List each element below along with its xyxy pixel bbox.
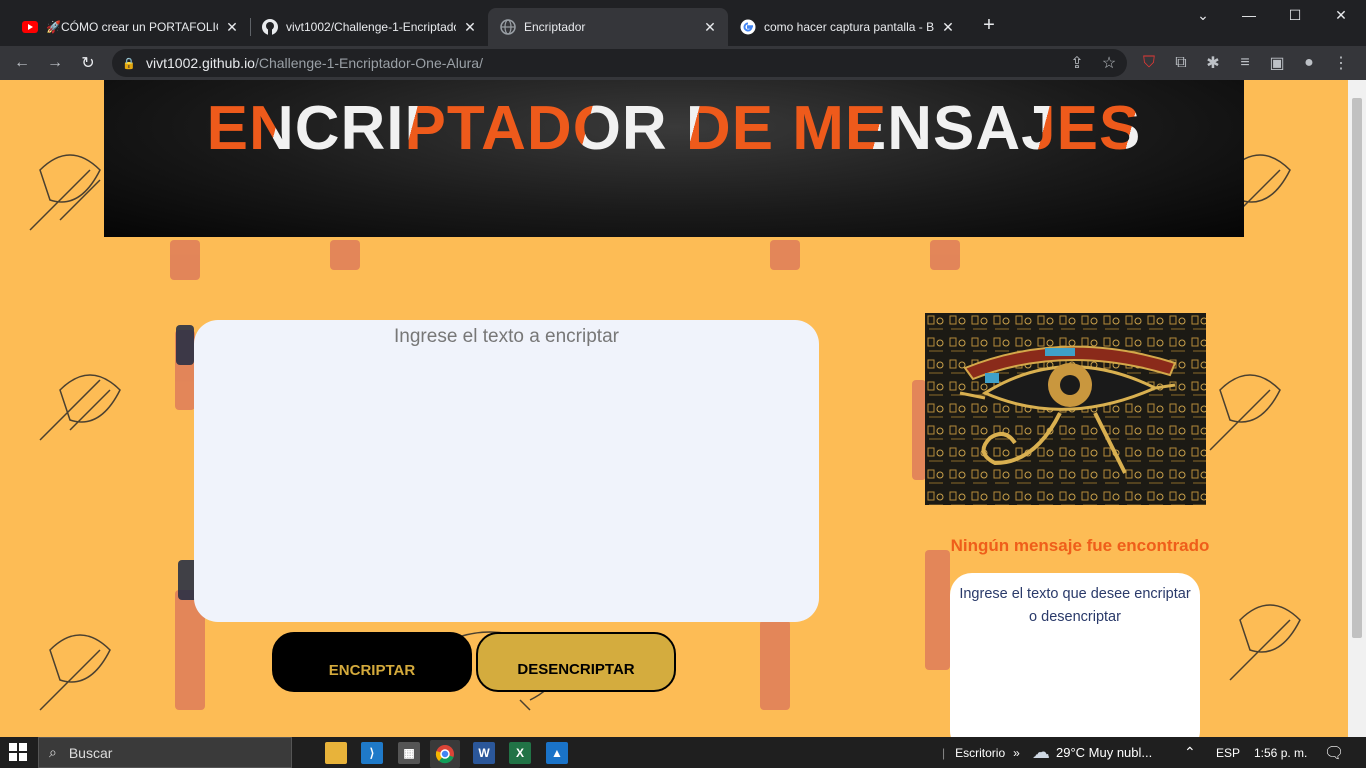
close-icon[interactable]: ✕ [224, 19, 240, 35]
minimize-button[interactable]: — [1226, 0, 1272, 30]
encrypt-button[interactable]: ENCRIPTAR [272, 632, 472, 692]
output-panel: Ingrese el texto que desee encriptar o d… [950, 573, 1200, 737]
tab-google[interactable]: como hacer captura pantalla - Bu ✕ [728, 8, 966, 46]
profile-icon[interactable]: ● [1296, 50, 1322, 76]
language-indicator[interactable]: ESP [1216, 737, 1240, 768]
weather-text: 29°C Muy nubl... [1056, 745, 1153, 760]
side-panel-icon[interactable]: ▣ [1264, 50, 1290, 76]
tab-title: como hacer captura pantalla - Bu [764, 20, 934, 34]
scrollbar-thumb[interactable] [1352, 98, 1362, 638]
address-bar[interactable]: 🔒 vivt1002.github.io/Challenge-1-Encript… [112, 49, 1127, 77]
tab-encriptador[interactable]: Encriptador ✕ [488, 8, 728, 46]
browser-tab-strip: 🚀CÓMO crear un PORTAFOLIO ✕ vivt1002/Cha… [0, 0, 1366, 46]
tab-portafolio[interactable]: 🚀CÓMO crear un PORTAFOLIO ✕ [10, 8, 250, 46]
output-text: Ingrese el texto que desee encriptar o d… [959, 586, 1191, 625]
maximize-button[interactable]: ☐ [1272, 0, 1318, 30]
chrome-taskbar-icon[interactable] [430, 740, 460, 768]
globe-icon [500, 19, 516, 35]
web-page: ENCRIPTADOR DE MENSAJES ENCRIPTAR DESENC… [0, 80, 1348, 737]
taskbar-search-box[interactable]: ⌕ Buscar [38, 737, 292, 768]
tab-title: 🚀CÓMO crear un PORTAFOLIO [46, 20, 218, 34]
tab-github[interactable]: vivt1002/Challenge-1-Encriptador ✕ [250, 8, 488, 46]
close-icon[interactable]: ✕ [462, 19, 478, 35]
excel-icon[interactable]: X [509, 742, 531, 764]
google-icon [740, 19, 756, 35]
windows-start-icon[interactable] [8, 742, 28, 762]
lock-icon: 🔒 [122, 57, 136, 70]
close-icon[interactable]: ✕ [702, 19, 718, 35]
new-tab-button[interactable]: + [978, 14, 1000, 36]
desktop-label: Escritorio [955, 745, 1006, 760]
chevron-up-icon[interactable]: ⌃ [1184, 737, 1196, 768]
scrollbar[interactable] [1348, 80, 1366, 737]
forward-icon[interactable]: → [42, 50, 68, 76]
share-icon[interactable]: ⇪ [1064, 50, 1090, 76]
search-icon: ⌕ [49, 744, 57, 760]
tab-title: vivt1002/Challenge-1-Encriptador [286, 20, 456, 34]
extensions-puzzle-icon[interactable]: ✱ [1200, 50, 1226, 76]
media-icon[interactable]: ≡ [1232, 50, 1258, 76]
back-icon[interactable]: ← [9, 50, 35, 76]
notification-icon[interactable]: 🗨 [1324, 737, 1344, 768]
extension-icon-2[interactable]: ⧉ [1168, 50, 1194, 76]
bookmark-star-icon[interactable]: ☆ [1096, 50, 1122, 76]
word-icon[interactable]: W [473, 742, 495, 764]
header-banner: ENCRIPTADOR DE MENSAJES [104, 80, 1244, 237]
close-icon[interactable]: ✕ [940, 19, 956, 35]
reload-icon[interactable]: ↻ [75, 50, 101, 76]
cloud-icon: ☁ [1032, 742, 1050, 762]
tab-title: Encriptador [524, 20, 586, 34]
vscode-icon[interactable]: ⟩ [361, 742, 383, 764]
youtube-icon [22, 19, 38, 35]
windows-taskbar: ⌕ Buscar ⟩ ▦ W X ▲ | Escritorio» ☁ 29°C M… [0, 737, 1366, 768]
photos-icon[interactable]: ▲ [546, 742, 568, 764]
browser-toolbar: ← → ↻ 🔒 vivt1002.github.io/Challenge-1-E… [0, 46, 1366, 80]
search-label: Buscar [68, 744, 113, 761]
url-path: /Challenge-1-Encriptador-One-Alura/ [254, 55, 483, 71]
url-host: vivt1002.github.io [146, 55, 255, 71]
file-explorer-icon[interactable] [325, 742, 347, 764]
desktop-toolbar[interactable]: | Escritorio» [942, 737, 1020, 768]
close-window-button[interactable]: ✕ [1318, 0, 1364, 30]
menu-icon[interactable]: ⋮ [1328, 50, 1354, 76]
clock[interactable]: 1:56 p. m. [1254, 737, 1307, 768]
eye-of-horus-image [925, 313, 1206, 505]
page-title: ENCRIPTADOR DE MENSAJES [207, 94, 1142, 237]
decrypt-button[interactable]: DESENCRIPTAR [476, 632, 676, 692]
shield-extension-icon[interactable]: ⛉ [1136, 50, 1162, 76]
calculator-icon[interactable]: ▦ [398, 742, 420, 764]
github-icon [262, 19, 278, 35]
weather-widget[interactable]: ☁ 29°C Muy nubl... [1032, 737, 1152, 768]
text-input[interactable] [194, 320, 819, 622]
no-message-title: Ningún mensaje fue encontrado [950, 536, 1210, 555]
tab-search-icon[interactable]: ⌄ [1180, 0, 1226, 30]
